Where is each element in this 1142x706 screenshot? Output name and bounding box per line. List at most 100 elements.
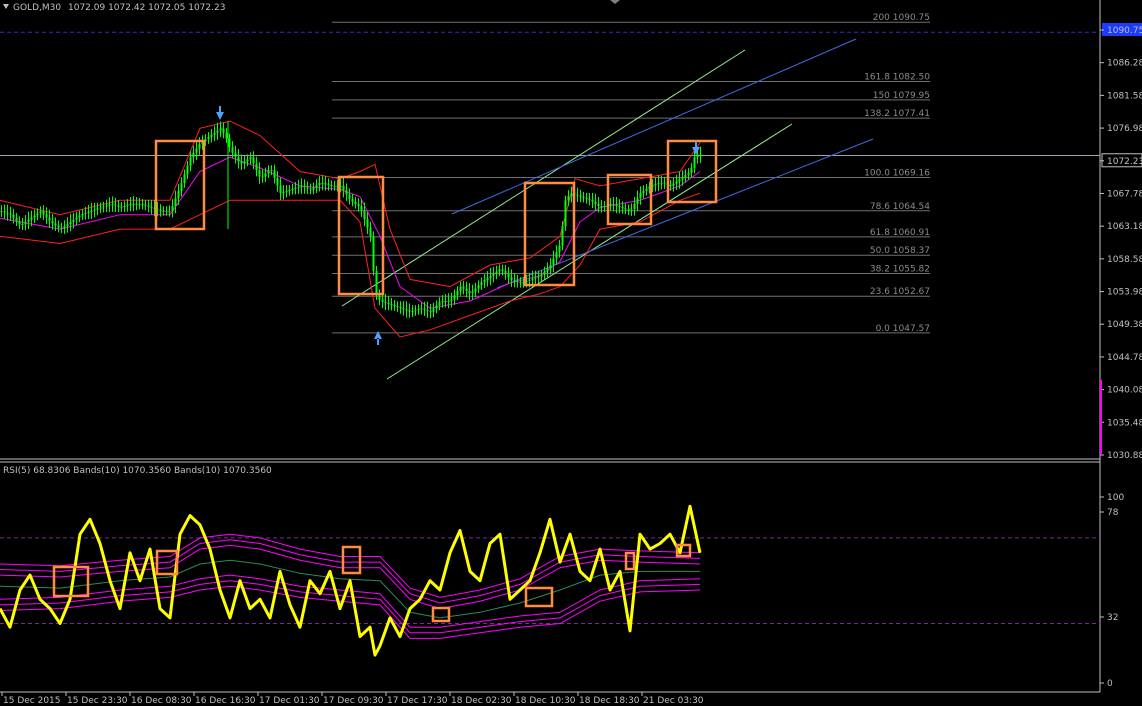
candle-body bbox=[453, 295, 456, 300]
candle-body bbox=[60, 227, 63, 229]
candle-body bbox=[681, 177, 684, 180]
candle-body bbox=[528, 279, 531, 281]
candle-body bbox=[405, 309, 408, 311]
candle-body bbox=[390, 303, 393, 305]
candle-body bbox=[144, 204, 147, 206]
candle-body bbox=[552, 258, 555, 266]
candle-body bbox=[387, 302, 390, 304]
candle-body bbox=[456, 290, 459, 296]
candle-body bbox=[588, 198, 591, 200]
candle-body bbox=[480, 282, 483, 286]
candle-body bbox=[438, 302, 441, 306]
candle-body bbox=[354, 201, 357, 204]
candle-body bbox=[147, 205, 150, 207]
rsi-tick-label: 0 bbox=[1107, 679, 1113, 689]
candle-body bbox=[75, 217, 78, 220]
candle-body bbox=[261, 176, 264, 178]
candle-body bbox=[447, 301, 450, 303]
candle-body bbox=[165, 211, 168, 213]
candle-body bbox=[117, 205, 120, 207]
candle-body bbox=[540, 274, 543, 277]
price-tick-label: 1076.98 bbox=[1107, 124, 1142, 134]
candle-body bbox=[267, 170, 270, 174]
candle-body bbox=[627, 209, 630, 211]
candle-body bbox=[609, 203, 612, 205]
candle-body bbox=[87, 211, 90, 213]
candle-body bbox=[513, 279, 516, 281]
candle-body bbox=[24, 221, 27, 225]
candle-body bbox=[33, 215, 36, 218]
candle-body bbox=[636, 198, 639, 204]
candle-body bbox=[543, 271, 546, 275]
price-tick-label: 1063.18 bbox=[1107, 222, 1142, 232]
fib-level-label: 50.0 1058.37 bbox=[870, 246, 930, 256]
candle-body bbox=[471, 291, 474, 294]
candle-body bbox=[459, 286, 462, 291]
candle-body bbox=[495, 271, 498, 274]
candle-body bbox=[351, 198, 354, 202]
candle-body bbox=[381, 299, 384, 302]
candle-body bbox=[48, 217, 51, 221]
candle-body bbox=[315, 185, 318, 188]
candle-body bbox=[441, 301, 444, 303]
candle-body bbox=[693, 157, 696, 168]
fib-level-label: 150 1079.95 bbox=[873, 91, 930, 101]
candle-body bbox=[360, 206, 363, 211]
candle-body bbox=[579, 195, 582, 197]
candle-body bbox=[72, 219, 75, 222]
time-tick-label: 16 Dec 08:30 bbox=[131, 696, 192, 706]
candle-body bbox=[273, 170, 276, 178]
candle-body bbox=[420, 308, 423, 310]
candle-body bbox=[189, 157, 192, 166]
candle-body bbox=[597, 203, 600, 207]
time-tick-label: 18 Dec 18:30 bbox=[579, 696, 640, 706]
candle-body bbox=[30, 217, 33, 220]
fib-level-label: 61.8 1060.91 bbox=[870, 228, 930, 238]
candle-body bbox=[138, 203, 141, 205]
candle-body bbox=[78, 215, 81, 218]
candle-body bbox=[291, 188, 294, 190]
candle-body bbox=[654, 184, 657, 186]
candle-body bbox=[63, 226, 66, 229]
candle-body bbox=[3, 211, 6, 213]
candle-body bbox=[384, 301, 387, 303]
candle-body bbox=[294, 187, 297, 189]
candle-body bbox=[564, 200, 567, 227]
candle-body bbox=[675, 181, 678, 184]
candle-body bbox=[15, 217, 18, 222]
trading-chart[interactable]: GOLD,M30 1072.09 1072.42 1072.05 1072.23… bbox=[0, 0, 1142, 706]
candle-body bbox=[177, 190, 180, 199]
candle-body bbox=[279, 185, 282, 194]
candle-body bbox=[696, 154, 699, 158]
candle-body bbox=[36, 213, 39, 216]
candle-body bbox=[309, 188, 312, 190]
candle-body bbox=[492, 273, 495, 276]
time-tick-label: 17 Dec 17:30 bbox=[387, 696, 448, 706]
candle-body bbox=[183, 174, 186, 184]
candle-body bbox=[255, 163, 258, 171]
candle-body bbox=[303, 186, 306, 188]
candle-body bbox=[96, 208, 99, 210]
candle-body bbox=[300, 186, 303, 188]
candle-body bbox=[639, 193, 642, 199]
candle-body bbox=[699, 154, 702, 156]
candle-body bbox=[507, 274, 510, 278]
candle-body bbox=[435, 305, 438, 309]
fib-level-label: 0.0 1047.57 bbox=[876, 324, 930, 334]
candle-body bbox=[687, 172, 690, 176]
candle-body bbox=[378, 295, 381, 300]
candle-body bbox=[318, 183, 321, 186]
candle-body bbox=[174, 198, 177, 207]
candle-body bbox=[369, 227, 372, 237]
candle-body bbox=[555, 252, 558, 259]
candle-body bbox=[531, 278, 534, 280]
fib-level-label: 138.2 1077.41 bbox=[864, 109, 930, 119]
candle-body bbox=[618, 206, 621, 208]
candle-body bbox=[372, 236, 375, 271]
candle-body bbox=[195, 148, 198, 153]
candle-body bbox=[474, 288, 477, 292]
candle-body bbox=[402, 308, 405, 310]
candle-body bbox=[192, 152, 195, 158]
candle-body bbox=[645, 188, 648, 191]
candle-body bbox=[516, 280, 519, 282]
